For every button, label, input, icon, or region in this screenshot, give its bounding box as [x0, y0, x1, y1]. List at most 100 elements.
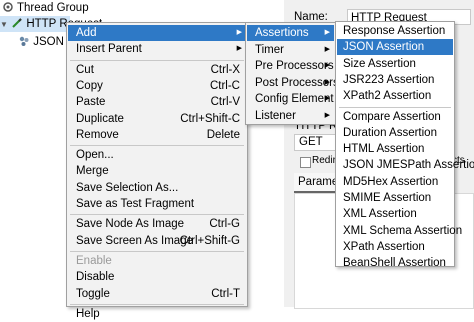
- assertion-item-xml-schema-assertion[interactable]: XML Schema Assertion: [337, 223, 462, 239]
- menu-item-label: Listener: [255, 110, 296, 122]
- menu-item-label: Cut: [76, 63, 94, 76]
- menu-item-label: Save Selection As...: [76, 181, 179, 194]
- assertion-item-size-assertion[interactable]: Size Assertion: [337, 56, 453, 72]
- menu-item-copy[interactable]: Copy Ctrl-C: [68, 78, 246, 94]
- assertion-item-xpath2-assertion[interactable]: XPath2 Assertion: [337, 88, 453, 104]
- menu-item-label: Response Assertion: [343, 25, 446, 37]
- menu-item-label: Enable: [76, 254, 112, 267]
- menu-item-label: Save Screen As Image: [76, 234, 193, 247]
- menu-item-shortcut: Ctrl-G: [209, 218, 240, 231]
- menu-item-save-screen-as-image[interactable]: Save Screen As Image Ctrl+Shift-G: [68, 233, 246, 249]
- assertion-item-smime-assertion[interactable]: SMIME Assertion: [337, 190, 453, 206]
- menu-item-label: MD5Hex Assertion: [343, 175, 439, 188]
- menu-item-label: Pre Processors: [255, 60, 334, 73]
- menu-item-save-selection-as[interactable]: Save Selection As...: [68, 180, 246, 196]
- assertion-item-xpath-assertion[interactable]: XPath Assertion: [337, 239, 453, 255]
- menu-separator: [70, 145, 244, 147]
- menu-item-label: XPath2 Assertion: [343, 90, 432, 103]
- menu-item-label: Assertions: [255, 27, 309, 39]
- sampler-pencil-icon: [12, 18, 22, 28]
- menu-item-remove[interactable]: Remove Delete: [68, 127, 246, 143]
- assertion-node-icon: [19, 36, 29, 46]
- submenu-arrow-icon: ▶: [324, 45, 330, 53]
- menu-item-label: Save as Test Fragment: [76, 198, 195, 210]
- add-menu-item-listener[interactable]: Listener ▶: [247, 108, 334, 124]
- assertion-item-xml-assertion[interactable]: XML Assertion: [337, 206, 453, 222]
- assertion-item-duration-assertion[interactable]: Duration Assertion: [337, 125, 453, 141]
- menu-item-add[interactable]: Add ▶: [68, 25, 246, 41]
- assertions-submenu: Response Assertion JSON Assertion Size Ass…: [335, 21, 474, 269]
- thread-group-icon: [3, 2, 13, 12]
- menu-item-label: Merge: [76, 165, 109, 178]
- menu-item-label: Open...: [76, 149, 114, 162]
- menu-item-label: XPath Assertion: [343, 240, 425, 253]
- menu-item-label: Toggle: [76, 287, 110, 300]
- submenu-arrow-icon: ▶: [324, 29, 330, 36]
- assertion-item-md5hex-assertion[interactable]: MD5Hex Assertion: [337, 174, 453, 190]
- assertion-item-json-jmespath-assertion[interactable]: JSON JMESPath Assertion: [337, 157, 474, 173]
- add-menu-item-assertions[interactable]: Assertions ▶: [247, 25, 334, 41]
- add-submenu: Assertions ▶ Timer ▶ Pre Processors ▶ Post Pro…: [245, 22, 339, 125]
- add-menu-item-timer[interactable]: Timer ▶: [247, 42, 334, 58]
- submenu-arrow-icon: ▶: [236, 29, 242, 36]
- menu-item-label: XML Assertion: [343, 208, 417, 221]
- menu-item-label: HTML Assertion: [343, 143, 425, 156]
- menu-item-save-as-test-fragment[interactable]: Save as Test Fragment: [68, 196, 246, 212]
- menu-separator: [70, 303, 244, 305]
- menu-item-shortcut: Ctrl+Shift-C: [180, 112, 240, 125]
- method-select[interactable]: GET: [294, 134, 338, 151]
- menu-separator: [70, 214, 244, 216]
- assertion-item-jsr223-assertion[interactable]: JSR223 Assertion: [337, 72, 453, 88]
- menu-item-label: Add: [76, 27, 97, 39]
- tree-node-http-request[interactable]: ▼ HTTP Request: [0, 16, 102, 32]
- assertion-item-beanshell-assertion[interactable]: BeanShell Assertion: [337, 255, 453, 271]
- assertion-item-compare-assertion[interactable]: Compare Assertion: [337, 109, 453, 125]
- menu-item-label: JSON Assertion: [343, 41, 425, 54]
- menu-item-label: SMIME Assertion: [343, 192, 432, 204]
- context-menu: Add ▶ Insert Parent ▶ Cut Ctrl-X Copy Ctrl-C Pas…: [66, 22, 248, 320]
- menu-item-label: BeanShell Assertion: [343, 257, 446, 270]
- menu-item-label: Remove: [76, 128, 119, 141]
- menu-separator: [70, 59, 244, 61]
- menu-item-label: Copy: [76, 79, 103, 92]
- menu-item-label: Duplicate: [76, 112, 124, 125]
- menu-item-paste[interactable]: Paste Ctrl-V: [68, 94, 246, 110]
- menu-item-label: XML Schema Assertion: [343, 224, 463, 237]
- menu-item-cut[interactable]: Cut Ctrl-X: [68, 62, 246, 78]
- menu-item-duplicate[interactable]: Duplicate Ctrl+Shift-C: [68, 111, 246, 127]
- add-menu-item-pre-processors[interactable]: Pre Processors ▶: [247, 58, 334, 74]
- tree-node-thread-group[interactable]: Thread Group: [2, 0, 89, 16]
- menu-separator: [70, 250, 244, 252]
- assertion-item-response-assertion[interactable]: Response Assertion: [337, 23, 453, 39]
- menu-item-label: JSR223 Assertion: [343, 73, 435, 86]
- menu-item-help[interactable]: Help: [68, 306, 246, 322]
- menu-item-label: Compare Assertion: [343, 110, 441, 123]
- menu-item-shortcut: Ctrl-X: [210, 63, 240, 76]
- submenu-arrow-icon: ▶: [324, 112, 330, 119]
- menu-item-merge[interactable]: Merge: [68, 163, 246, 179]
- menu-item-label: Size Assertion: [343, 57, 416, 70]
- menu-item-label: Disable: [76, 271, 115, 284]
- collapse-chevron-icon[interactable]: ▼: [0, 20, 8, 29]
- menu-item-label: Config Element: [255, 93, 334, 106]
- assertion-item-html-assertion[interactable]: HTML Assertion: [337, 141, 453, 157]
- menu-item-label: Duration Assertion: [343, 126, 437, 139]
- assertion-item-json-assertion[interactable]: JSON Assertion: [337, 39, 453, 56]
- submenu-arrow-icon: ▶: [324, 95, 330, 103]
- menu-item-label: Save Node As Image: [76, 218, 185, 231]
- menu-item-disable[interactable]: Disable: [68, 269, 246, 285]
- menu-item-save-node-as-image[interactable]: Save Node As Image Ctrl-G: [68, 216, 246, 232]
- redirect-checkbox[interactable]: [300, 157, 311, 168]
- menu-separator: [339, 106, 451, 108]
- add-menu-item-config-element[interactable]: Config Element ▶: [247, 91, 334, 107]
- menu-item-toggle[interactable]: Toggle Ctrl-T: [68, 286, 246, 302]
- tree-node-label: Thread Group: [17, 2, 89, 14]
- menu-item-label: Help: [76, 307, 100, 320]
- menu-item-label: JSON JMESPath Assertion: [343, 159, 474, 172]
- submenu-arrow-icon: ▶: [324, 62, 330, 70]
- submenu-arrow-icon: ▶: [324, 78, 330, 86]
- menu-item-shortcut: Ctrl-V: [210, 96, 240, 109]
- add-menu-item-post-processors[interactable]: Post Processors ▶: [247, 75, 339, 91]
- menu-item-open[interactable]: Open...: [68, 147, 246, 163]
- menu-item-insert-parent[interactable]: Insert Parent ▶: [68, 41, 246, 57]
